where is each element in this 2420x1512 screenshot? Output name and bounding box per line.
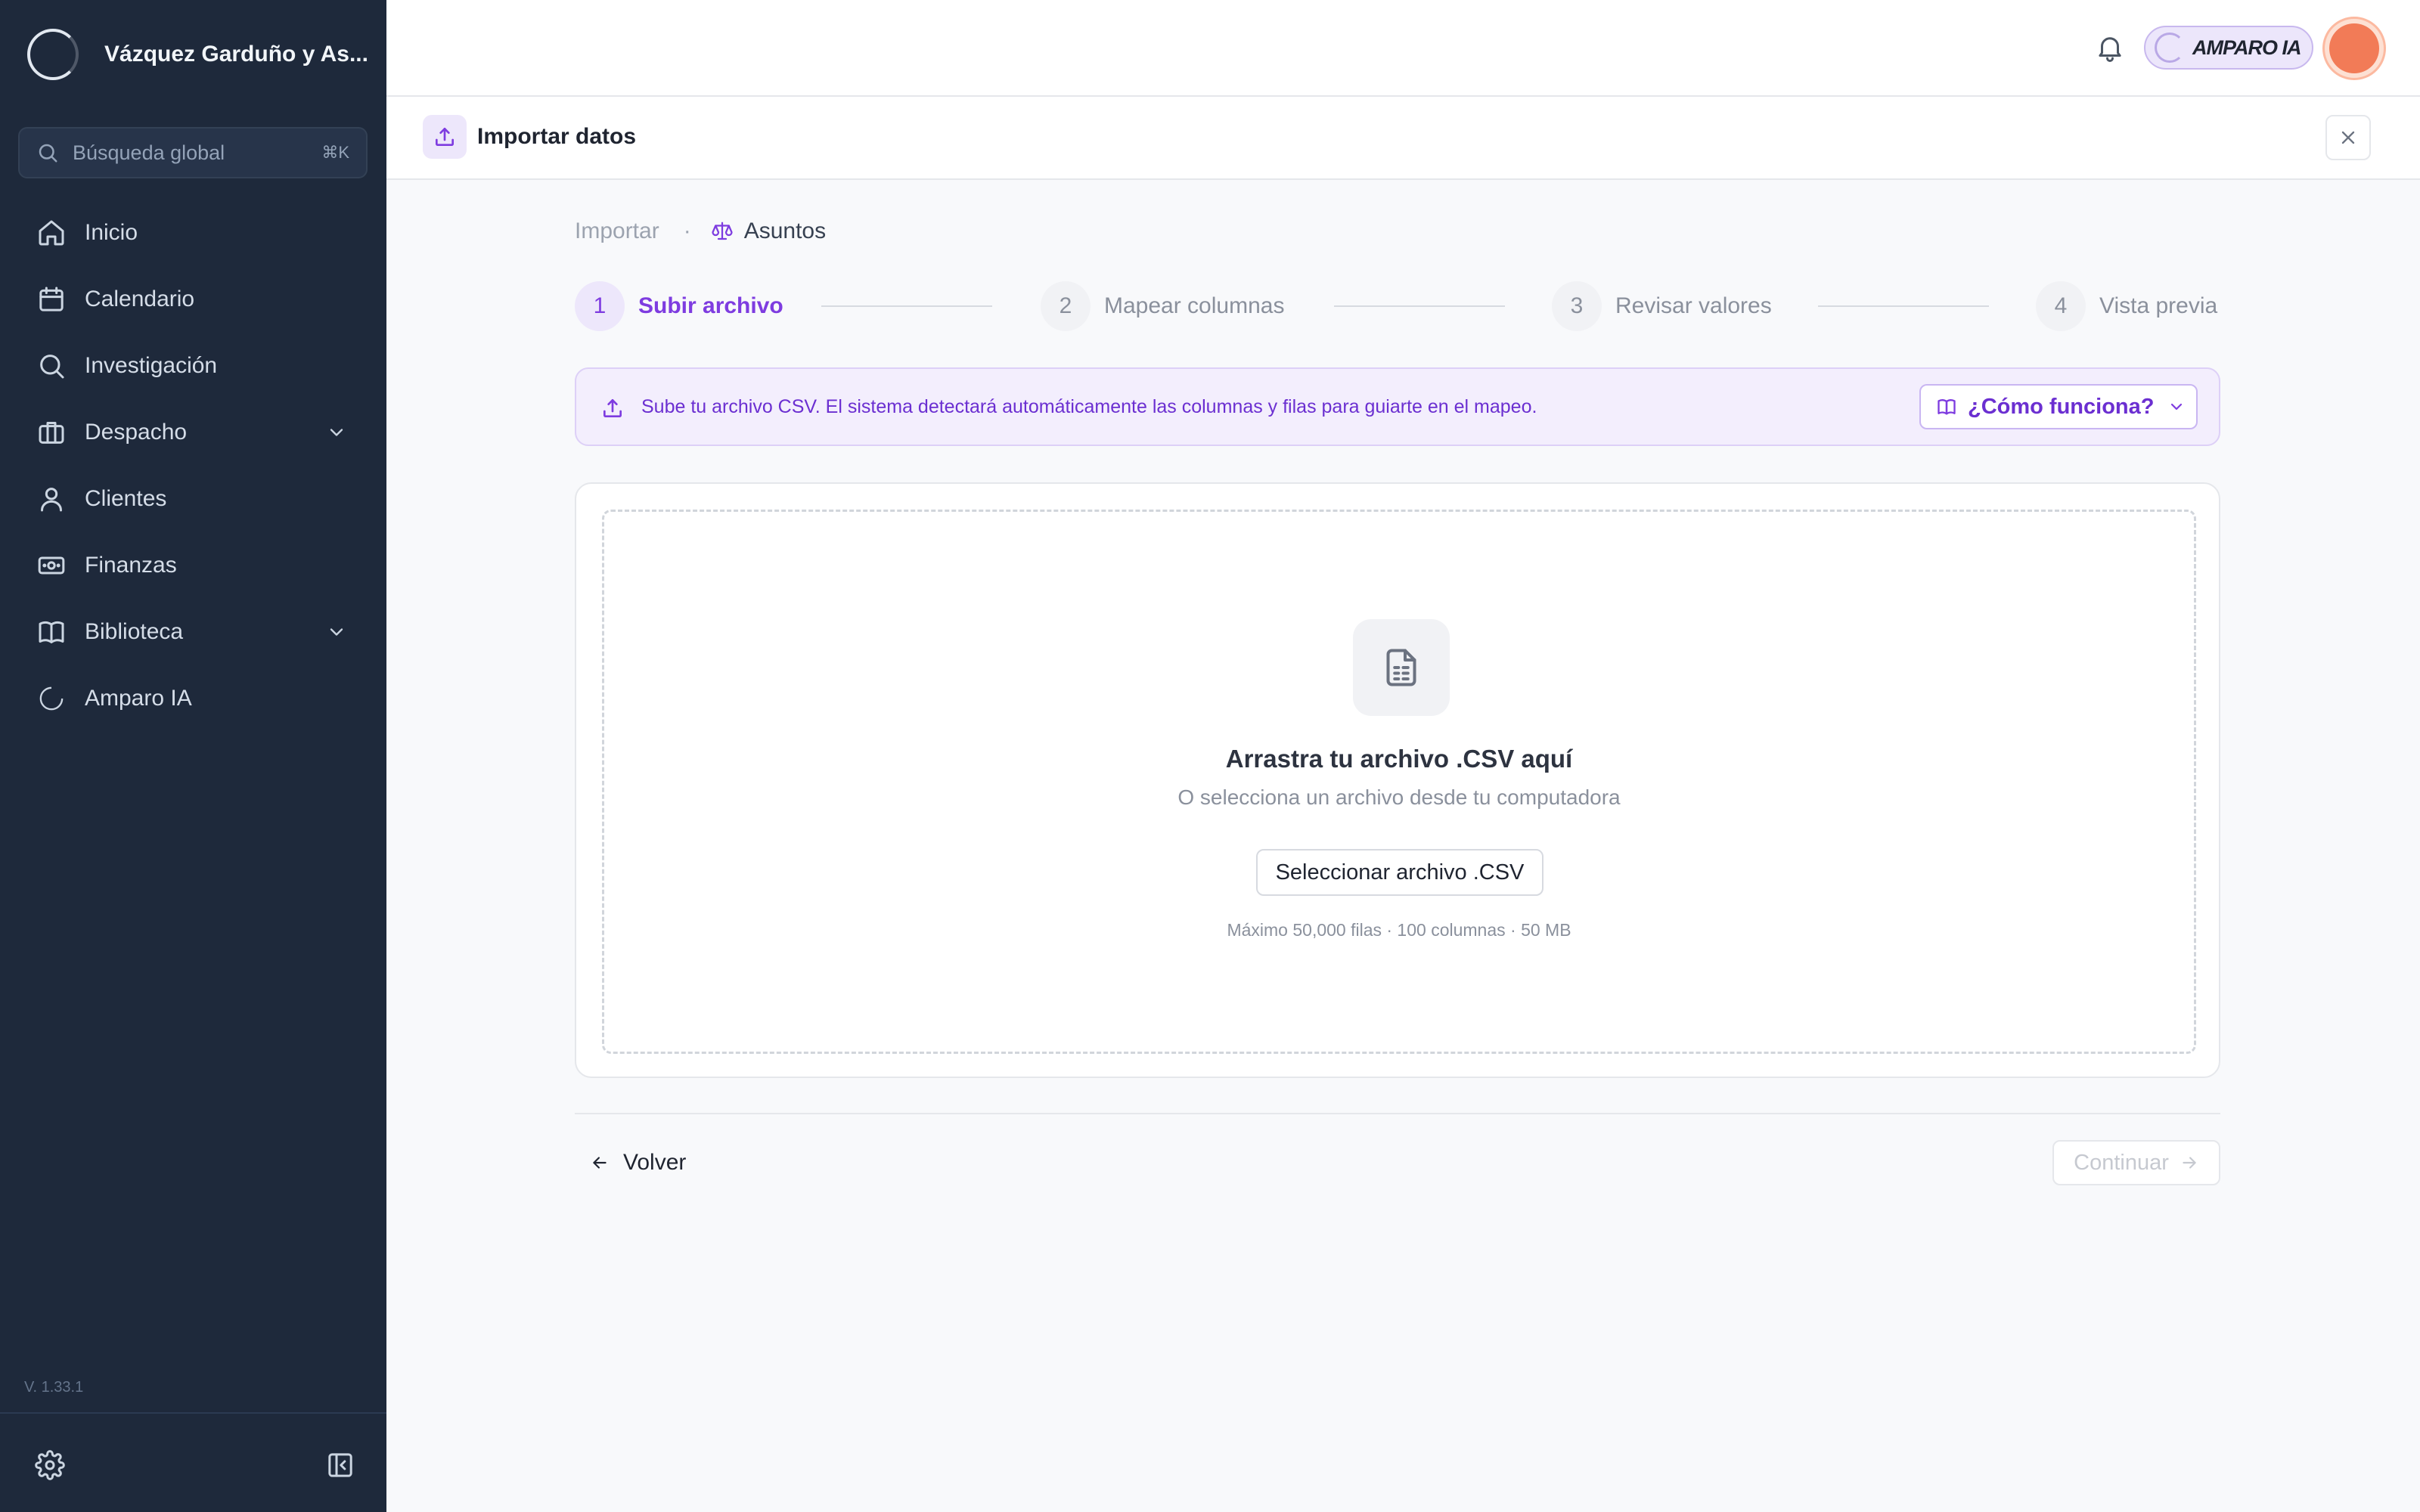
- avatar-image: [2329, 23, 2379, 73]
- continue-button[interactable]: Continuar: [2052, 1140, 2220, 1185]
- sidebar-item-label: Biblioteca: [85, 619, 184, 644]
- sidebar-item-despacho[interactable]: Despacho: [0, 399, 386, 466]
- arrow-left-icon: [590, 1153, 610, 1173]
- step-connector: [821, 305, 992, 307]
- briefcase-icon: [36, 417, 67, 448]
- sidebar-item-label: Investigación: [85, 353, 218, 378]
- amparo-ia-button[interactable]: AMPARO IA: [2144, 26, 2313, 70]
- file-icon: [1353, 619, 1450, 716]
- gear-icon[interactable]: [35, 1450, 65, 1480]
- file-dropzone[interactable]: Arrastra tu archivo .CSV aquí O seleccio…: [602, 510, 2196, 1054]
- dropzone-subtitle: O selecciona un archivo desde tu computa…: [1177, 785, 1621, 809]
- amparo-ia-label: AMPARO IA: [2192, 36, 2301, 59]
- page-title: Importar datos: [477, 124, 637, 149]
- sidebar: Vázquez Garduño y As... Búsqueda global …: [0, 0, 386, 1512]
- chevron-down-icon: [2154, 398, 2186, 416]
- sidebar-item-label: Inicio: [85, 220, 138, 245]
- book-icon: [1936, 396, 1957, 417]
- panel-header: Importar datos: [386, 97, 2420, 180]
- upload-card: Arrastra tu archivo .CSV aquí O seleccio…: [575, 482, 2220, 1078]
- step-number: 2: [1041, 281, 1091, 331]
- search-shortcut: ⌘K: [321, 143, 349, 162]
- amparo-ring-icon: [2155, 33, 2185, 63]
- sidebar-item-biblioteca[interactable]: Biblioteca: [0, 599, 386, 665]
- breadcrumb-separator: ·: [683, 218, 691, 243]
- step-label: Subir archivo: [638, 293, 783, 318]
- step-connector: [1818, 305, 1989, 307]
- upload-icon: [423, 115, 467, 159]
- sidebar-footer: [0, 1412, 386, 1512]
- org-brand[interactable]: Vázquez Garduño y As...: [27, 29, 368, 80]
- upload-limits: Máximo 50,000 filas · 100 columnas · 50 …: [1227, 920, 1571, 940]
- step-4: 4 Vista previa: [2036, 281, 2217, 331]
- home-icon: [36, 218, 67, 248]
- calendar-icon: [36, 284, 67, 314]
- step-number: 4: [2036, 281, 2086, 331]
- global-search[interactable]: Búsqueda global ⌘K: [18, 127, 368, 178]
- sidebar-item-amparo-ia[interactable]: Amparo IA: [0, 665, 386, 732]
- sidebar-item-inicio[interactable]: Inicio: [0, 200, 386, 266]
- app-version: V. 1.33.1: [24, 1379, 84, 1396]
- step-label: Revisar valores: [1615, 293, 1772, 318]
- org-logo: [27, 29, 79, 80]
- sidebar-item-calendario[interactable]: Calendario: [0, 266, 386, 333]
- dropzone-title: Arrastra tu archivo .CSV aquí: [1225, 745, 1573, 773]
- breadcrumb-current: Asuntos: [743, 218, 827, 243]
- sidebar-item-label: Clientes: [85, 486, 167, 511]
- step-3: 3 Revisar valores: [1552, 281, 1772, 331]
- sidebar-item-investigacion[interactable]: Investigación: [0, 333, 386, 399]
- collapse-sidebar-icon[interactable]: [325, 1450, 355, 1480]
- step-number: 3: [1552, 281, 1602, 331]
- breadcrumb: Importar · Asuntos: [575, 216, 826, 246]
- how-it-works-button[interactable]: ¿Cómo funciona?: [1919, 384, 2198, 429]
- chevron-down-icon[interactable]: [326, 621, 347, 643]
- back-label: Volver: [623, 1150, 687, 1175]
- sidebar-nav: Inicio Calendario Investigación Despacho: [0, 200, 386, 732]
- arrow-right-icon: [2169, 1153, 2199, 1173]
- bell-icon[interactable]: [2094, 32, 2126, 64]
- step-1: 1 Subir archivo: [575, 281, 783, 331]
- info-banner: Sube tu archivo CSV. El sistema detectar…: [575, 367, 2220, 446]
- sidebar-item-label: Despacho: [85, 420, 188, 445]
- select-file-button[interactable]: Seleccionar archivo .CSV: [1256, 849, 1544, 896]
- money-icon: [36, 550, 67, 581]
- sidebar-item-label: Amparo IA: [85, 686, 192, 711]
- sidebar-item-label: Finanzas: [85, 553, 177, 578]
- org-name: Vázquez Garduño y As...: [104, 42, 368, 67]
- step-connector: [1334, 305, 1505, 307]
- continue-label: Continuar: [2074, 1150, 2169, 1175]
- step-label: Mapear columnas: [1104, 293, 1285, 318]
- avatar[interactable]: [2322, 17, 2386, 80]
- how-it-works-label: ¿Cómo funciona?: [1968, 394, 2155, 419]
- banner-text: Sube tu archivo CSV. El sistema detectar…: [641, 396, 1537, 417]
- sidebar-item-label: Calendario: [85, 287, 195, 311]
- search-placeholder: Búsqueda global: [73, 141, 225, 164]
- upload-icon: [600, 396, 625, 420]
- sidebar-item-clientes[interactable]: Clientes: [0, 466, 386, 532]
- sidebar-item-finanzas[interactable]: Finanzas: [0, 532, 386, 599]
- amparo-ring-icon: [36, 683, 67, 714]
- book-icon: [36, 617, 67, 647]
- footer-divider: [575, 1113, 2220, 1114]
- step-label: Vista previa: [2099, 293, 2218, 318]
- close-button[interactable]: [2325, 115, 2371, 160]
- chevron-down-icon[interactable]: [326, 422, 347, 443]
- breadcrumb-root[interactable]: Importar: [575, 218, 659, 244]
- scale-icon: [711, 220, 744, 243]
- step-2: 2 Mapear columnas: [1041, 281, 1284, 331]
- step-number: 1: [575, 281, 625, 331]
- search-icon: [36, 141, 59, 164]
- top-bar: AMPARO IA: [386, 0, 2420, 97]
- user-icon: [36, 484, 67, 514]
- search-icon: [36, 351, 67, 381]
- back-button[interactable]: Volver: [590, 1145, 686, 1181]
